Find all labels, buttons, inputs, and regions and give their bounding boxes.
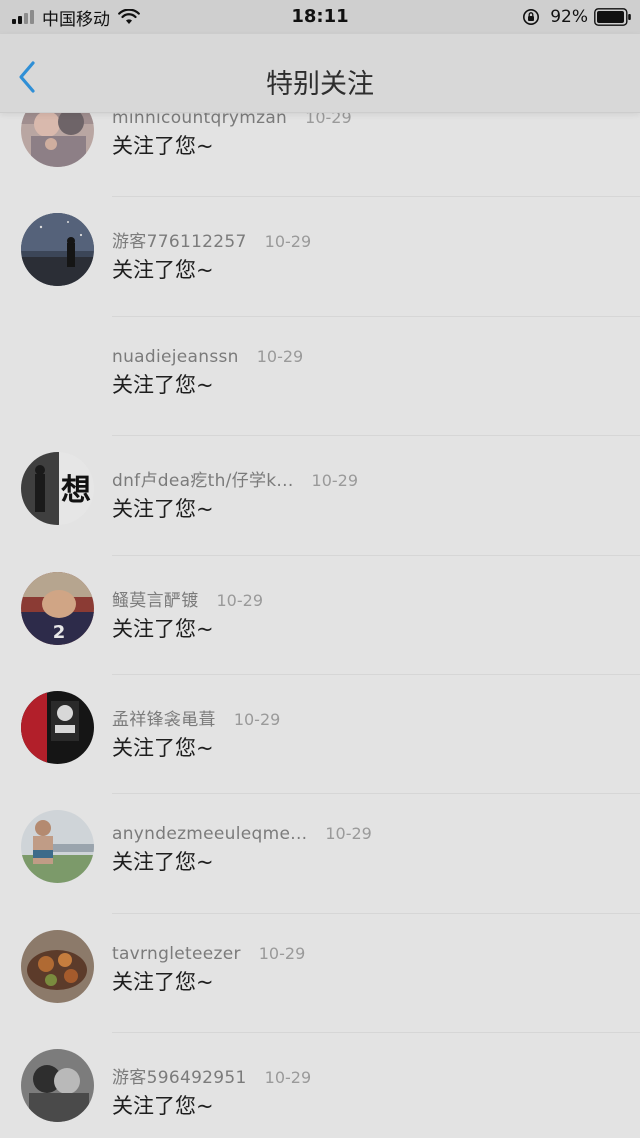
message-text: 关注了您~: [112, 969, 214, 994]
message-text: 关注了您~: [112, 258, 214, 283]
username[interactable]: 游客776112257: [112, 227, 247, 252]
item-text: nuadiejeanssn 10-29 关注了您~: [112, 347, 303, 399]
avatar[interactable]: [21, 213, 94, 287]
avatar-image: [21, 213, 94, 287]
notification-list: minnicountqrymzan 10-29 关注了您~ 游客77611225…: [0, 88, 640, 1138]
meta-line: 鳋莫言酽镀 10-29: [112, 586, 263, 611]
status-bar: 中国移动 18:11 92%: [0, 0, 640, 34]
avatar-image: [21, 810, 94, 884]
meta-line: 游客776112257 10-29: [112, 227, 311, 252]
message-text: 关注了您~: [112, 616, 214, 641]
message-text: 关注了您~: [112, 497, 214, 522]
username[interactable]: 孟祥锋衾黾葺: [112, 705, 216, 730]
message-text: 关注了您~: [112, 134, 214, 158]
item-text: minnicountqrymzan 10-29 关注了您~: [112, 108, 352, 160]
avatar-image: 2: [21, 571, 94, 645]
username[interactable]: nuadiejeanssn: [112, 347, 239, 367]
avatar-image: [21, 929, 94, 1003]
meta-line: dnf卢dea疙th/仔学k... 10-29: [112, 466, 358, 491]
item-text: anyndezmeeuleqme... 10-29 关注了您~: [112, 824, 372, 876]
avatar[interactable]: [21, 333, 94, 406]
avatar-image: 想: [21, 452, 94, 526]
message-text: 关注了您~: [112, 735, 214, 760]
list-item[interactable]: 游客596492951 10-29 关注了您~: [0, 1033, 640, 1138]
username[interactable]: anyndezmeeuleqme...: [112, 824, 307, 844]
item-text: dnf卢dea疙th/仔学k... 10-29 关注了您~: [112, 466, 358, 523]
avatar[interactable]: [21, 929, 94, 1003]
svg-text:2: 2: [53, 622, 66, 643]
avatar-image: [21, 1049, 94, 1123]
nav-bar: 特别关注: [0, 34, 640, 113]
list-item[interactable]: 游客776112257 10-29 关注了您~: [0, 197, 640, 318]
screen: 中国移动 18:11 92% 特别关注 minnicountqrymzan 10…: [0, 0, 640, 1138]
rotation-lock-icon: [523, 9, 540, 25]
svg-text:想: 想: [61, 473, 91, 508]
timestamp: 10-29: [216, 590, 264, 610]
message-text: 关注了您~: [112, 372, 214, 397]
meta-line: 游客596492951 10-29: [112, 1063, 311, 1088]
timestamp: 10-29: [264, 1068, 312, 1088]
avatar[interactable]: [21, 1049, 94, 1123]
item-text: 游客596492951 10-29 关注了您~: [112, 1063, 311, 1120]
timestamp: 10-29: [233, 709, 281, 729]
message-text: 关注了您~: [112, 1094, 214, 1119]
list-item[interactable]: tavrngleteezer 10-29 关注了您~: [0, 914, 640, 1034]
meta-line: tavrngleteezer 10-29: [112, 944, 305, 964]
avatar-image: [21, 690, 94, 764]
list-item[interactable]: 2 鳋莫言酽镀 10-29 关注了您~: [0, 556, 640, 676]
list-item[interactable]: 孟祥锋衾黾葺 10-29 关注了您~: [0, 675, 640, 795]
timestamp: 10-29: [258, 943, 306, 963]
avatar[interactable]: [21, 810, 94, 884]
item-text: 孟祥锋衾黾葺 10-29 关注了您~: [112, 705, 280, 762]
item-text: 游客776112257 10-29 关注了您~: [112, 227, 311, 284]
username[interactable]: 游客596492951: [112, 1063, 247, 1088]
username[interactable]: dnf卢dea疙th/仔学k...: [112, 466, 294, 491]
timestamp: 10-29: [325, 824, 372, 844]
item-text: tavrngleteezer 10-29 关注了您~: [112, 944, 305, 996]
avatar[interactable]: 想: [21, 452, 94, 526]
meta-line: 孟祥锋衾黾葺 10-29: [112, 705, 280, 730]
username[interactable]: tavrngleteezer: [112, 944, 241, 964]
username[interactable]: 鳋莫言酽镀: [112, 586, 199, 611]
timestamp: 10-29: [256, 346, 304, 366]
status-right: 92%: [522, 6, 632, 28]
timestamp: 10-29: [264, 232, 312, 252]
battery-percent: 92%: [550, 7, 588, 27]
timestamp: 10-29: [311, 471, 359, 491]
meta-line: anyndezmeeuleqme... 10-29: [112, 824, 372, 844]
list-item[interactable]: 想 dnf卢dea疙th/仔学k... 10-29 关注了您~: [0, 436, 640, 556]
avatar[interactable]: [21, 690, 94, 764]
item-text: 鳋莫言酽镀 10-29 关注了您~: [112, 586, 263, 643]
page-title: 特别关注: [266, 69, 374, 100]
meta-line: nuadiejeanssn 10-29: [112, 347, 303, 367]
message-text: 关注了您~: [112, 850, 214, 875]
list-item[interactable]: anyndezmeeuleqme... 10-29 关注了您~: [0, 794, 640, 915]
battery-icon: [594, 8, 631, 26]
list-item[interactable]: nuadiejeanssn 10-29 关注了您~: [0, 317, 640, 437]
avatar[interactable]: 2: [21, 571, 94, 645]
